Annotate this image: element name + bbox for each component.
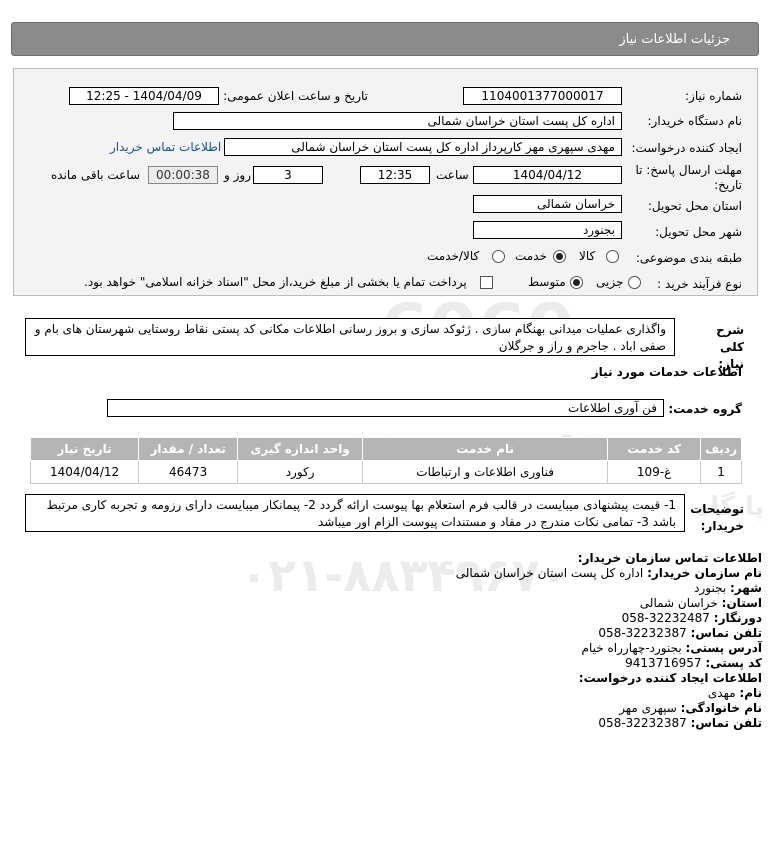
services-table-header: ردیف کد خدمت نام خدمت واحد اندازه گیری ت…: [29, 437, 742, 461]
creator-title: اطلاعات ایجاد کننده درخواست:: [579, 671, 762, 686]
services-table: ردیف کد خدمت نام خدمت واحد اندازه گیری ت…: [29, 437, 742, 484]
contact-title-text: اطلاعات تماس سازمان خریدار:: [577, 551, 762, 565]
process-label: نوع فرآیند خرید :: [657, 277, 742, 291]
cell-quantity: 46473: [138, 460, 239, 484]
summary-text: واگذاری عملیات میدانی بهنگام سازی . ژئوک…: [25, 318, 675, 356]
delivery-province-label: استان محل تحویل:: [647, 199, 742, 213]
cell-service-name: فناوری اطلاعات و ارتباطات: [362, 460, 609, 484]
remaining-time-field: 00:00:38: [148, 166, 218, 184]
col-need-date: تاریخ نیاز: [29, 437, 140, 461]
creator-phone-label: تلفن تماس:: [690, 716, 762, 730]
announce-datetime-label: تاریخ و ساعت اعلان عمومی:: [223, 89, 368, 103]
creator-first-name: نام: مهدی: [708, 686, 762, 701]
cell-need-date: 1404/04/12: [29, 460, 140, 484]
contact-phone-value: 058-32232387: [598, 626, 687, 640]
contact-address-label: آدرس پستی:: [685, 641, 762, 655]
delivery-city-label: شهر محل تحویل:: [655, 225, 742, 239]
page-title: جزئیات اطلاعات نیاز: [619, 32, 730, 47]
category-label: طبقه بندی موضوعی:: [635, 251, 742, 265]
creator-phone: تلفن تماس: 058-32232387: [598, 716, 762, 731]
buyer-contact-link[interactable]: اطلاعات تماس خریدار: [110, 140, 221, 154]
need-number-field: 1104001377000017: [463, 87, 622, 105]
deadline-date-field: 1404/04/12: [473, 166, 622, 184]
creator-first-name-value: مهدی: [707, 686, 736, 700]
col-service-name: نام خدمت: [362, 437, 609, 461]
contact-phone: تلفن تماس: 058-32232387: [598, 626, 762, 641]
services-section-title: اطلاعات خدمات مورد نیاز: [591, 365, 742, 379]
contact-address: آدرس پستی: بجنورد-چهارراه خیام: [582, 641, 762, 656]
contact-fax-label: دورنگار:: [713, 611, 762, 625]
contact-title: اطلاعات تماس سازمان خریدار:: [578, 551, 762, 566]
contact-org-value: اداره کل پست استان خراسان شمالی: [455, 566, 644, 580]
service-group-field: فن آوری اطلاعات: [107, 399, 664, 417]
cell-unit: رکورد: [237, 460, 364, 484]
category-goods-service-radio[interactable]: [492, 250, 505, 263]
deadline-time-label: ساعت: [436, 168, 469, 182]
category-service-label: خدمت: [515, 249, 547, 263]
creator-last-name-value: سپهری مهر: [619, 701, 677, 715]
col-service-code: کد خدمت: [607, 437, 702, 461]
contact-province-label: استان:: [721, 596, 762, 610]
need-number-label: شماره نیاز:: [685, 89, 742, 103]
contact-phone-label: تلفن تماس:: [690, 626, 762, 640]
col-quantity: تعداد / مقدار: [138, 437, 239, 461]
cell-row-number: 1: [700, 460, 742, 484]
delivery-city-field: بجنورد: [473, 221, 622, 239]
days-field: 3: [253, 166, 323, 184]
contact-province-value: خراسان شمالی: [639, 596, 718, 610]
buyer-org-field: اداره کل پست استان خراسان شمالی: [173, 112, 622, 130]
deadline-time-field: 12:35: [360, 166, 430, 184]
delivery-province-field: خراسان شمالی: [473, 195, 622, 213]
contact-org-label: نام سازمان خریدار:: [647, 566, 762, 580]
treasury-payment-checkbox[interactable]: [480, 276, 493, 289]
contact-postal-label: کد پستی:: [705, 656, 762, 670]
creator-last-name: نام خانوادگی: سپهری مهر: [619, 701, 762, 716]
contact-fax: دورنگار: 058-32232487: [622, 611, 762, 626]
cell-service-code: غ-109: [607, 460, 702, 484]
requester-field: مهدی سپهری مهر کارپرداز اداره کل پست است…: [224, 138, 622, 156]
category-service-radio[interactable]: [553, 250, 566, 263]
process-medium-label: متوسط: [528, 275, 566, 289]
contact-address-value: بجنورد-چهارراه خیام: [581, 641, 682, 655]
table-row: 1 غ-109 فناوری اطلاعات و ارتباطات رکورد …: [29, 460, 742, 484]
requester-label: ایجاد کننده درخواست:: [631, 141, 742, 155]
contact-fax-value: 058-32232487: [621, 611, 710, 625]
contact-city-label: شهر:: [730, 581, 762, 595]
col-unit: واحد اندازه گیری: [237, 437, 364, 461]
announce-datetime-field: 1404/04/09 - 12:25: [69, 87, 219, 105]
treasury-payment-note: پرداخت تمام یا بخشی از مبلغ خرید،از محل …: [84, 275, 467, 289]
creator-last-name-label: نام خانوادگی:: [680, 701, 762, 715]
creator-phone-value: 058-32232387: [598, 716, 687, 730]
remaining-time-label: ساعت باقی مانده: [51, 168, 141, 182]
contact-postal: کد پستی: 9413716957: [625, 656, 762, 671]
page-header: جزئیات اطلاعات نیاز: [11, 22, 759, 56]
buyer-notes-text: 1- قیمت پیشنهادی میبایست در قالب فرم است…: [25, 494, 685, 532]
process-minor-radio[interactable]: [628, 276, 641, 289]
category-goods-label: کالا: [579, 249, 596, 263]
days-label: روز و: [224, 168, 251, 182]
category-goods-service-label: کالا/خدمت: [427, 249, 480, 263]
creator-first-name-label: نام:: [739, 686, 762, 700]
deadline-label-date: تاریخ:: [714, 178, 742, 192]
service-group-label: گروه خدمت:: [668, 402, 742, 416]
creator-title-text: اطلاعات ایجاد کننده درخواست:: [578, 671, 762, 685]
buyer-notes-label: توضیحات خریدار:: [690, 502, 744, 533]
contact-city: شهر: بجنورد: [694, 581, 762, 596]
col-row-number: ردیف: [700, 437, 742, 461]
deadline-label: مهلت ارسال پاسخ: تا: [635, 163, 742, 177]
process-medium-radio[interactable]: [570, 276, 583, 289]
buyer-org-label: نام دستگاه خریدار:: [647, 114, 743, 128]
contact-org: نام سازمان خریدار: اداره کل پست استان خر…: [456, 566, 762, 581]
contact-city-value: بجنورد: [694, 581, 727, 595]
process-minor-label: جزیی: [596, 275, 624, 289]
contact-province: استان: خراسان شمالی: [640, 596, 762, 611]
category-goods-radio[interactable]: [606, 250, 619, 263]
contact-postal-value: 9413716957: [625, 656, 702, 670]
